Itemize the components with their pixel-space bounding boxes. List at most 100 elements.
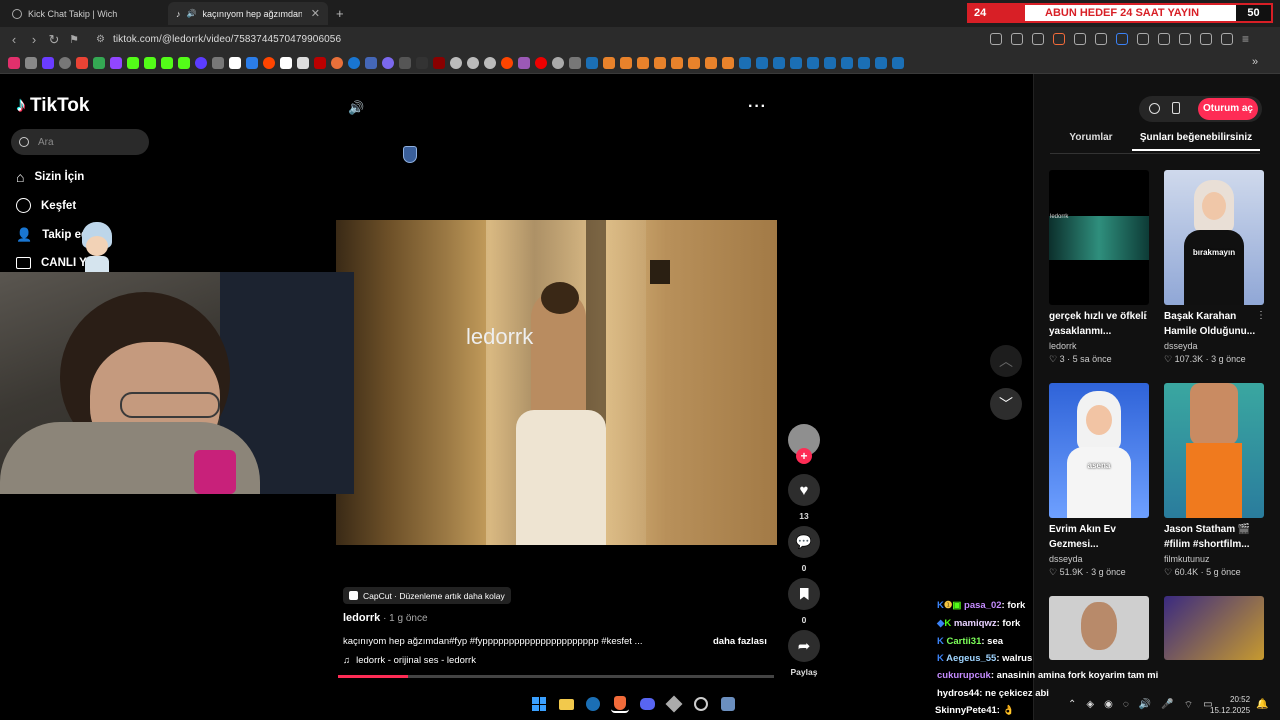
steam-icon[interactable] [756,56,768,69]
recommended-card[interactable]: bırakmayın Başak Karahan Hamile Olduğunu… [1164,170,1264,365]
bookmark-icon[interactable] [246,56,258,69]
tab-recommended[interactable]: Şunları beğenebilirsiniz [1132,132,1260,151]
file-explorer-icon[interactable] [557,695,575,713]
volume-icon[interactable]: 🔊 [348,100,364,116]
bookmark-icon[interactable] [705,56,717,69]
bookmark-icon[interactable] [25,56,37,69]
recommended-card-thumbnail[interactable] [1049,596,1149,660]
bookmark-icon[interactable] [603,56,615,69]
chevron-up-icon[interactable]: ⌃ [1068,699,1076,712]
kick-icon[interactable] [161,56,173,69]
windows-start-icon[interactable] [530,695,548,713]
reload-button[interactable]: ↻ [44,32,64,48]
steam-icon[interactable] [875,56,887,69]
bookmark-icon[interactable] [688,56,700,69]
bookmark-icon[interactable] [297,56,309,69]
sidebar-icon[interactable] [1179,33,1191,45]
bookmark-icon[interactable] [722,56,734,69]
chat-username[interactable]: cukurupcuk [937,670,991,681]
bookmark-icon[interactable] [348,56,360,69]
steam-icon[interactable] [807,56,819,69]
microphone-icon[interactable]: 🎤 [1161,699,1173,712]
kick-icon[interactable] [144,56,156,69]
back-button[interactable]: ‹ [4,32,24,47]
chat-username[interactable]: pasa_02 [964,600,1002,611]
bookmark-icon[interactable] [314,56,326,69]
steam-icon[interactable] [584,695,602,713]
volume-icon[interactable]: 🔊 [1139,699,1151,712]
steam-icon[interactable] [824,56,836,69]
steam-icon[interactable] [790,56,802,69]
bookmark-icon[interactable] [671,56,683,69]
app-icon[interactable] [719,695,737,713]
bookmark-icon[interactable] [535,56,547,69]
chat-username[interactable]: Aegeus_55 [946,653,996,664]
bookmark-icon[interactable] [195,56,207,69]
reddit-icon[interactable] [501,56,513,69]
extension-icon[interactable] [1137,33,1149,45]
extension-icon[interactable] [1095,33,1107,45]
bookmark-icon[interactable] [382,56,394,69]
bookmark-icon[interactable] [518,56,530,69]
sound-line[interactable]: ♫ ledorrk - orijinal ses - ledorrk [343,655,476,666]
tab-tiktok[interactable]: ♪ 🔊 kaçınıyom hep ağzımdan#fyp ✕ [168,2,328,25]
recommended-card[interactable]: Jason Statham 🎬 #filim #shortfilm... fil… [1164,383,1264,578]
card-more-icon[interactable]: ⋮ [1141,310,1151,321]
bookmark-icon[interactable] [467,56,479,69]
bookmark-icon[interactable] [484,56,496,69]
wallet-icon[interactable] [1200,33,1212,45]
steam-icon[interactable] [773,56,785,69]
gmail-icon[interactable] [76,56,88,69]
bookmark-icon[interactable] [399,56,411,69]
bookmark-icon[interactable] [331,56,343,69]
chat-username[interactable]: hydros44 [937,688,979,699]
drive-icon[interactable] [93,56,105,69]
tray-app-icon[interactable]: ◈ [1086,699,1094,712]
notification-icon[interactable]: 🔔 [1256,699,1268,710]
close-tab-icon[interactable]: ✕ [311,7,320,20]
like-button[interactable]: ♥ [788,474,820,506]
steam-tray-icon[interactable]: ◉ [1104,699,1113,712]
steam-icon[interactable] [739,56,751,69]
twitch-icon[interactable] [110,56,122,69]
steam-icon[interactable] [892,56,904,69]
folder-icon[interactable] [569,56,581,69]
recommended-card[interactable]: ledorrk gerçek hızlı ve öfkeli yasaklanm… [1049,170,1149,365]
new-tab-button[interactable]: + [336,6,344,21]
bookmark-icon[interactable] [654,56,666,69]
more-options-icon[interactable]: ··· [748,98,767,116]
app-icon[interactable] [665,695,683,713]
nav-for-you[interactable]: ⌂ Sizin İçin [16,169,84,185]
tab-kick-chat[interactable]: Kick Chat Takip | Wich [4,2,164,25]
login-button[interactable]: Oturum aç [1198,98,1258,120]
bookmark-icon[interactable] [416,56,428,69]
comment-button[interactable]: 💬 [788,526,820,558]
kick-icon[interactable] [127,56,139,69]
recommended-card[interactable]: asena Evrim Akın Ev Gezmesi... dsseyda ♡… [1049,383,1149,578]
rewards-icon[interactable] [1074,33,1086,45]
clock[interactable]: 20:52 15.12.2025 [1210,694,1250,716]
network-icon[interactable]: ◌ [1123,699,1129,712]
bookmark-icon[interactable] [433,56,445,69]
x-icon[interactable] [229,56,241,69]
puzzle-icon[interactable] [1158,33,1170,45]
bookmark-icon[interactable] [365,56,377,69]
author-name[interactable]: ledorrk [343,612,380,624]
kick-icon[interactable] [178,56,190,69]
tiktok-logo[interactable]: ♪ TikTok [16,94,89,117]
nav-explore[interactable]: Keşfet [16,198,76,213]
video-progress-bar[interactable] [338,675,774,678]
steam-icon[interactable] [586,56,598,69]
tab-comments[interactable]: Yorumlar [1050,132,1132,151]
bookmark-icon[interactable] [42,56,54,69]
bookmark-icon[interactable] [620,56,632,69]
nav-live[interactable]: CANLI Y [16,257,87,269]
bookmark-icon[interactable] [280,56,292,69]
video-player[interactable]: ledorrk [336,220,777,545]
instagram-icon[interactable] [8,56,20,69]
bookmark-icon[interactable] [637,56,649,69]
obs-icon[interactable] [692,695,710,713]
bookmark-icon[interactable] [59,56,71,69]
menu-icon[interactable]: ≡ [1242,33,1249,45]
wifi-icon[interactable]: ⌔ [1184,699,1193,712]
